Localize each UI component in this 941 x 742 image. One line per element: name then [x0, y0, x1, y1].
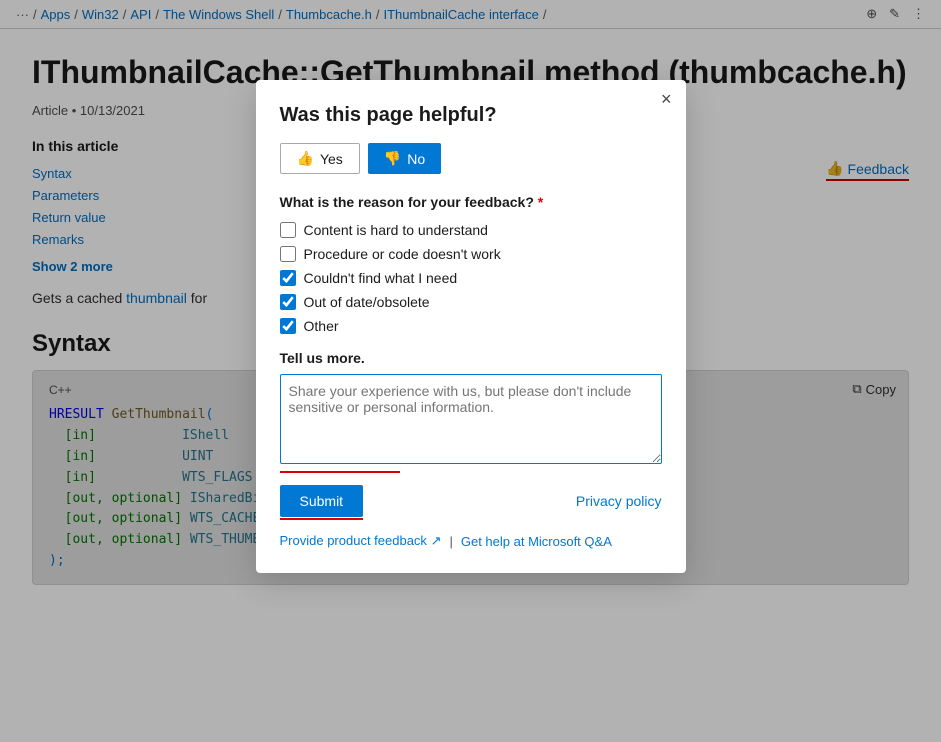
modal-close-button[interactable]: ×: [661, 90, 672, 108]
textarea-underline: [280, 471, 400, 473]
checkbox-label-3: Couldn't find what I need: [304, 270, 458, 286]
checkbox-label-1: Content is hard to understand: [304, 222, 488, 238]
checkbox-label-5: Other: [304, 318, 339, 334]
checkbox-label-4: Out of date/obsolete: [304, 294, 430, 310]
no-label: No: [407, 151, 425, 167]
modal-overlay: × Was this page helpful? 👍 Yes 👎 No What…: [0, 0, 941, 742]
checkbox-other[interactable]: [280, 318, 296, 334]
checkbox-outdated[interactable]: [280, 294, 296, 310]
checkbox-item-3[interactable]: Couldn't find what I need: [280, 270, 662, 286]
privacy-policy-link[interactable]: Privacy policy: [576, 493, 662, 509]
modal-footer: Submit Privacy policy: [280, 485, 662, 517]
submit-button[interactable]: Submit: [280, 485, 364, 517]
feedback-textarea[interactable]: [280, 374, 662, 464]
yes-button[interactable]: 👍 Yes: [280, 143, 360, 174]
helpful-buttons-group: 👍 Yes 👎 No: [280, 143, 662, 174]
checkbox-understand[interactable]: [280, 222, 296, 238]
required-marker: *: [538, 194, 543, 210]
no-button[interactable]: 👎 No: [368, 143, 441, 174]
modal-links: Provide product feedback ↗ | Get help at…: [280, 533, 662, 549]
checkbox-procedure[interactable]: [280, 246, 296, 262]
get-help-link[interactable]: Get help at Microsoft Q&A: [461, 534, 612, 549]
checkbox-group: Content is hard to understand Procedure …: [280, 222, 662, 334]
provide-feedback-label: Provide product feedback: [280, 533, 427, 548]
checkbox-label-2: Procedure or code doesn't work: [304, 246, 501, 262]
provide-feedback-link[interactable]: Provide product feedback ↗: [280, 533, 442, 549]
yes-label: Yes: [320, 151, 343, 167]
checkbox-item-5[interactable]: Other: [280, 318, 662, 334]
feedback-question: What is the reason for your feedback? *: [280, 194, 662, 210]
modal-title: Was this page helpful?: [280, 104, 662, 127]
thumb-up-icon: 👍: [297, 150, 314, 167]
checkbox-item-1[interactable]: Content is hard to understand: [280, 222, 662, 238]
checkbox-item-2[interactable]: Procedure or code doesn't work: [280, 246, 662, 262]
get-help-label: Get help at Microsoft Q&A: [461, 534, 612, 549]
feedback-modal: × Was this page helpful? 👍 Yes 👎 No What…: [256, 80, 686, 573]
checkbox-item-4[interactable]: Out of date/obsolete: [280, 294, 662, 310]
external-icon-1: ↗: [431, 533, 442, 548]
thumb-down-icon: 👎: [384, 150, 401, 167]
tell-more-label: Tell us more.: [280, 350, 662, 366]
question-text: What is the reason for your feedback?: [280, 194, 534, 210]
links-separator: |: [449, 534, 452, 549]
checkbox-find[interactable]: [280, 270, 296, 286]
